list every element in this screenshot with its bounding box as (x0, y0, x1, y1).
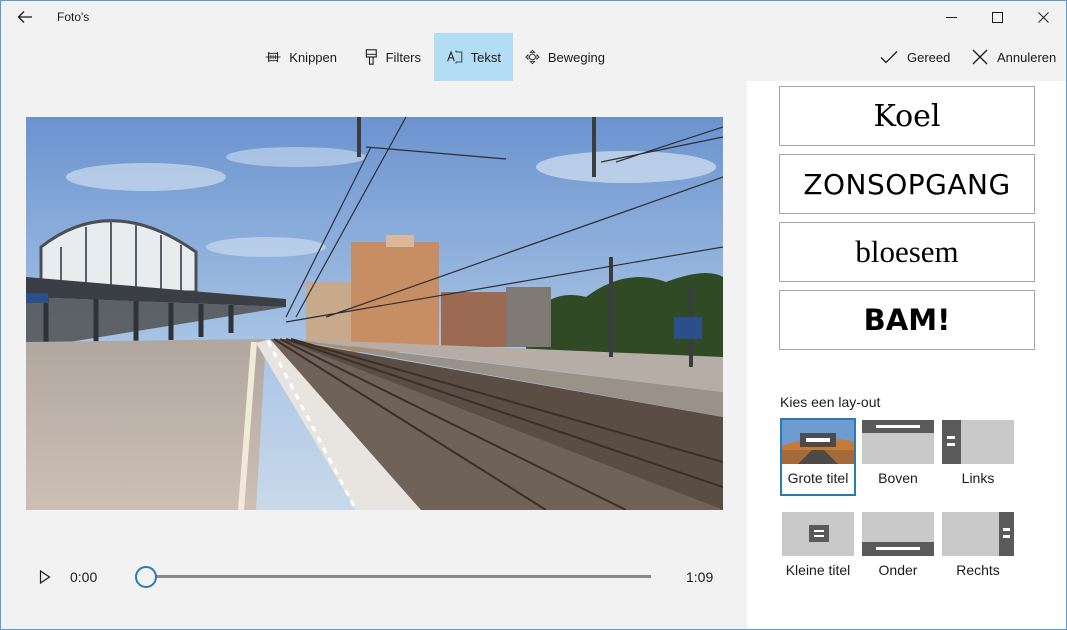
tool-filters-label: Filters (385, 49, 421, 65)
layout-heading: Kies een lay-out (780, 394, 881, 410)
tool-beweging-label: Beweging (547, 49, 605, 65)
current-time: 0:00 (70, 569, 98, 585)
layout-kleine-titel[interactable]: Kleine titel (780, 510, 856, 588)
layout-links-label: Links (961, 470, 995, 486)
layout-links[interactable]: Links (940, 418, 1016, 496)
close-button[interactable] (1020, 1, 1066, 33)
text-options-panel: Koel ZONSOPGANG bloesem BAM! Kies een la… (747, 81, 1066, 629)
text-icon (447, 50, 463, 64)
close-icon (1037, 11, 1049, 23)
seek-slider[interactable] (135, 565, 655, 589)
maximize-icon (991, 11, 1003, 23)
maximize-button[interactable] (974, 1, 1020, 33)
close-icon (972, 49, 988, 65)
tool-tekst[interactable]: Tekst (434, 33, 513, 81)
layout-onder[interactable]: Onder (860, 510, 936, 588)
layout-boven-thumbnail (862, 420, 934, 464)
trim-icon (265, 51, 281, 63)
seek-thumb[interactable] (135, 566, 157, 588)
layout-kleine-titel-thumbnail (782, 512, 854, 556)
layout-grote-titel[interactable]: Grote titel (780, 418, 856, 496)
done-button[interactable]: Gereed (880, 33, 950, 81)
text-style-bam[interactable]: BAM! (779, 290, 1035, 350)
layout-rechts-thumbnail (942, 512, 1014, 556)
done-label: Gereed (907, 49, 951, 65)
play-button[interactable] (35, 567, 55, 587)
layout-rechts-label: Rechts (956, 562, 1000, 578)
train-station-video-frame (26, 117, 723, 510)
text-style-zonsopgang[interactable]: ZONSOPGANG (779, 154, 1035, 214)
checkmark-icon (880, 51, 898, 64)
total-time: 1:09 (686, 569, 714, 585)
minimize-icon (945, 16, 957, 18)
tool-knippen-label: Knippen (289, 49, 337, 65)
tool-filters[interactable]: Filters (353, 33, 433, 81)
tool-beweging[interactable]: Beweging (513, 33, 617, 81)
road-landscape-thumbnail (782, 420, 854, 464)
layout-rechts[interactable]: Rechts (940, 510, 1016, 588)
tool-tekst-label: Tekst (470, 49, 501, 65)
cancel-button[interactable]: Annuleren (972, 33, 1056, 81)
minimize-button[interactable] (928, 1, 974, 33)
title-bar: Foto's (1, 1, 1066, 33)
layout-onder-thumbnail (862, 512, 934, 556)
layout-links-thumbnail (942, 420, 1014, 464)
arrow-left-icon (17, 11, 32, 23)
layout-grote-titel-thumbnail (782, 420, 854, 464)
play-icon (39, 570, 51, 584)
photos-app-window: Foto's Knippen Filters Tekst Beweging Ge… (0, 0, 1067, 630)
motion-icon (525, 49, 540, 65)
video-preview[interactable] (26, 117, 723, 510)
filter-brush-icon (365, 49, 377, 65)
tool-knippen[interactable]: Knippen (253, 33, 349, 81)
app-title: Foto's (57, 10, 90, 24)
seek-track[interactable] (145, 575, 651, 578)
cancel-label: Annuleren (997, 49, 1057, 65)
layout-boven[interactable]: Boven (860, 418, 936, 496)
text-style-bloesem[interactable]: bloesem (779, 222, 1035, 282)
back-button[interactable] (11, 5, 39, 29)
editor-toolbar: Knippen Filters Tekst Beweging Gereed An… (1, 33, 1066, 81)
text-style-koel[interactable]: Koel (779, 86, 1035, 146)
